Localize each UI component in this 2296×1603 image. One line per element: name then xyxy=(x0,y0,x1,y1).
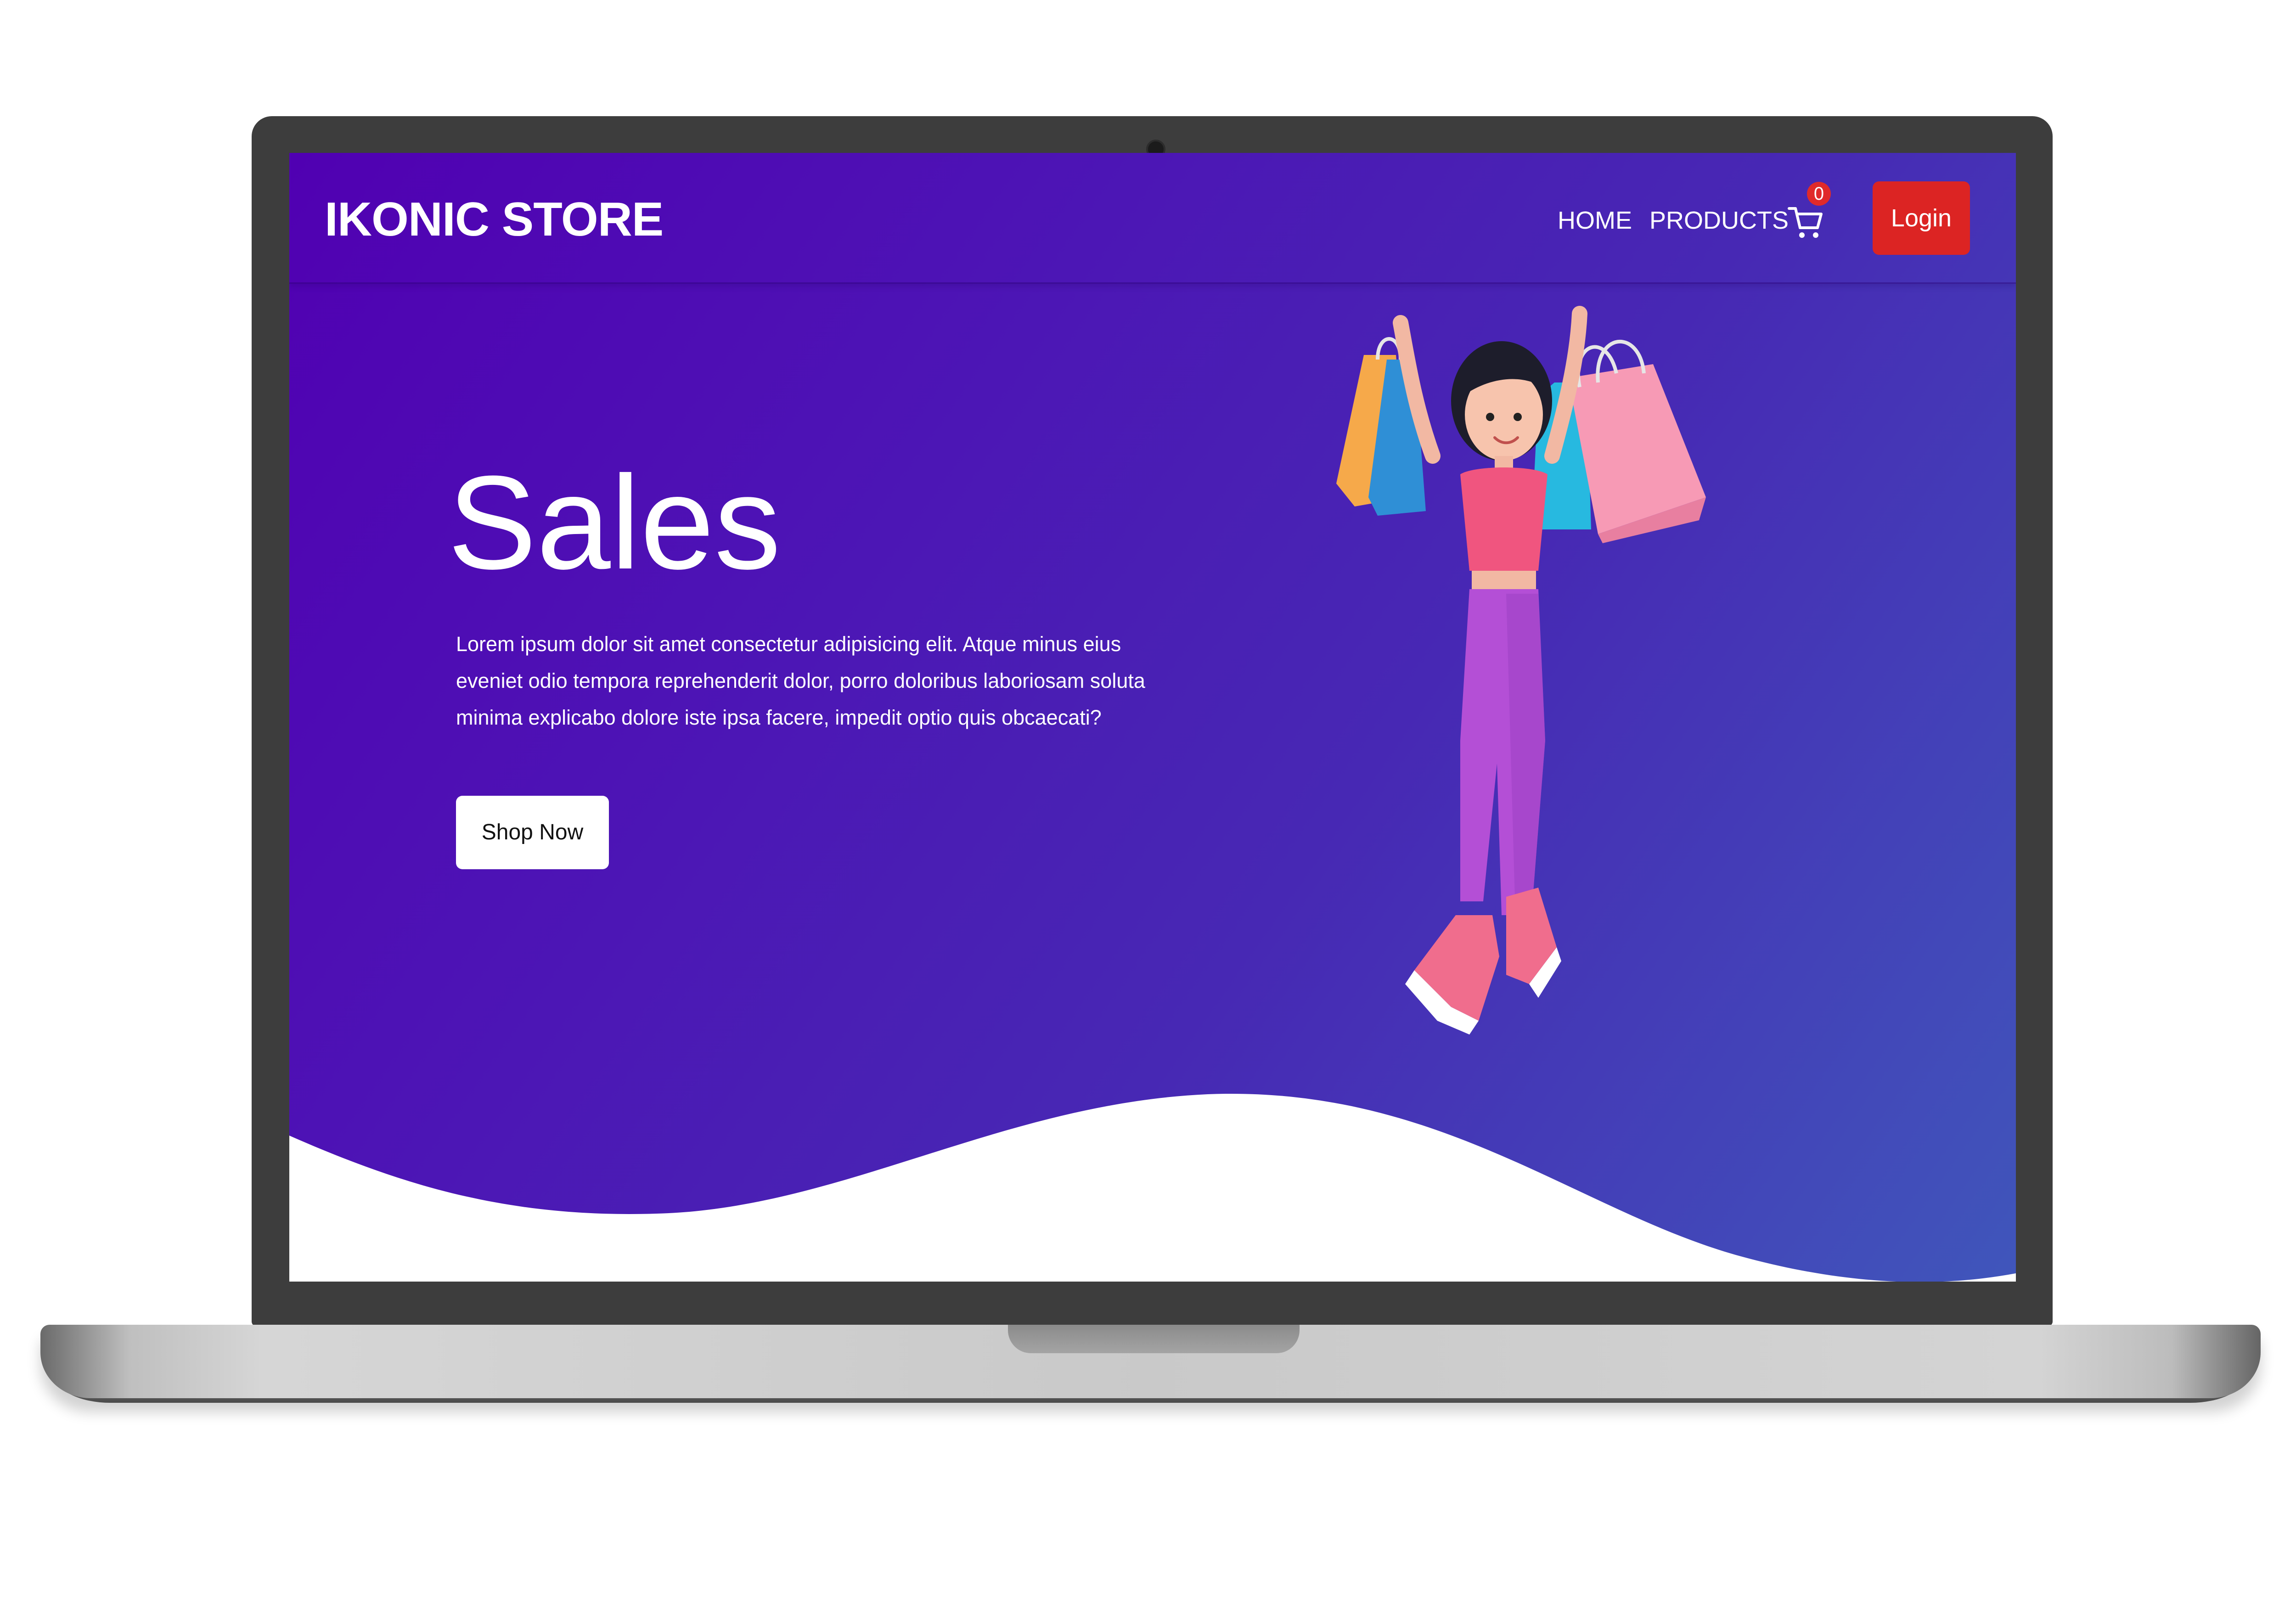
hero-description: Lorem ipsum dolor sit amet consectetur a… xyxy=(456,632,1145,729)
shop-now-button[interactable]: Shop Now xyxy=(456,796,609,869)
login-button[interactable]: Login xyxy=(1873,181,1970,255)
woman-with-shopping-bags-illustration xyxy=(1336,306,1706,1035)
nav-link-home[interactable]: HOME xyxy=(1558,206,1632,235)
cart-button[interactable] xyxy=(1787,201,1824,242)
laptop-screen: IKONIC STORE HOME PRODUCTS 0 Login Sales… xyxy=(289,153,2016,1282)
brand-logo[interactable]: IKONIC STORE xyxy=(325,192,664,247)
cart-icon xyxy=(1788,207,1823,238)
laptop-open-notch xyxy=(1008,1325,1300,1353)
laptop-mockup: IKONIC STORE HOME PRODUCTS 0 Login Sales… xyxy=(0,0,2296,1603)
cart-count-badge: 0 xyxy=(1807,182,1831,206)
nav-link-products[interactable]: PRODUCTS xyxy=(1649,206,1789,235)
hero-title: Sales xyxy=(448,448,781,597)
navbar: IKONIC STORE HOME PRODUCTS 0 Login xyxy=(289,153,2016,284)
